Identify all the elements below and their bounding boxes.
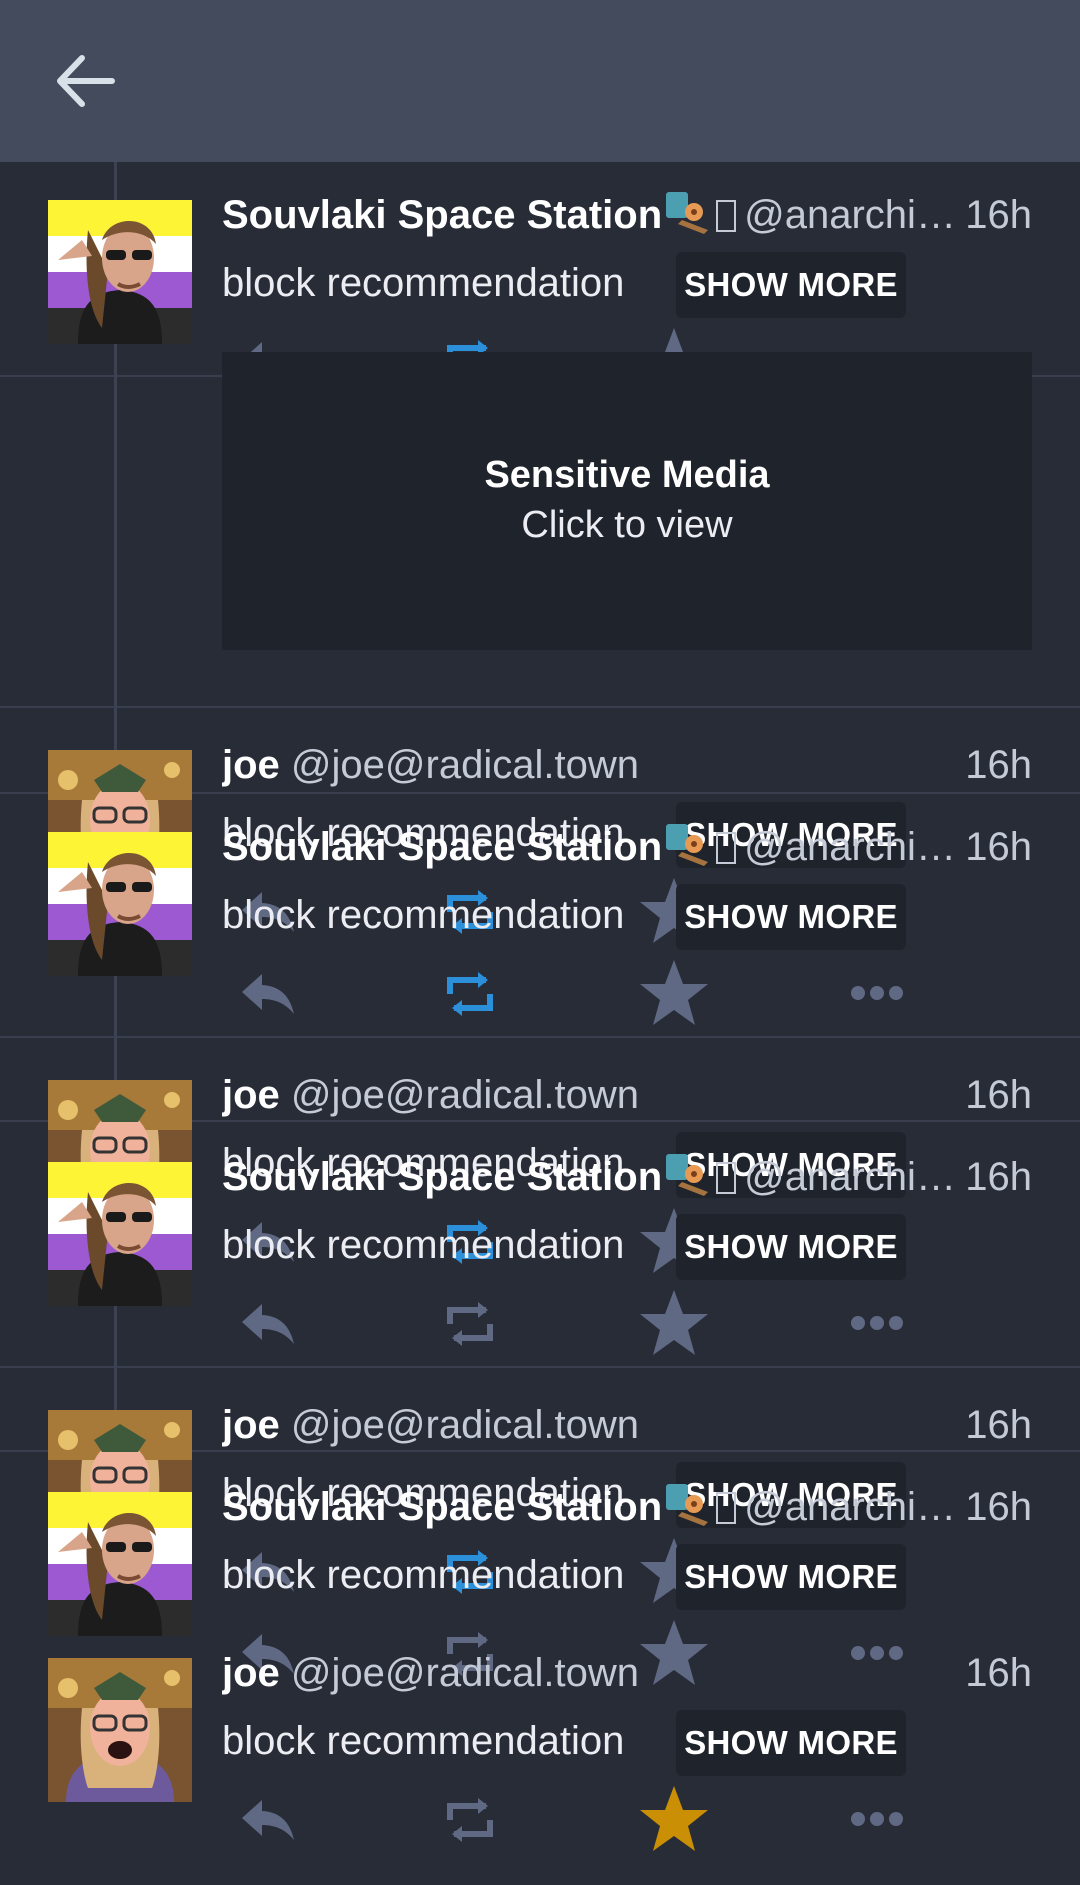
status-content: block recommendation [222, 1553, 625, 1597]
avatar[interactable] [48, 832, 192, 976]
timestamp[interactable]: 16h [951, 1648, 1032, 1698]
display-name[interactable]: joe [222, 1073, 280, 1117]
avatar[interactable] [48, 1658, 192, 1802]
sensitive-media-subtitle: Click to view [521, 504, 733, 546]
avatar[interactable] [48, 1162, 192, 1306]
status-item[interactable]: joe @joe@radical.town 16h block recommen… [0, 1620, 1080, 1885]
display-name[interactable]: Souvlaki Space Station [222, 193, 662, 237]
account-handle[interactable]: @joe@radical.town [291, 743, 639, 787]
boost-icon[interactable] [440, 1796, 500, 1844]
show-more-button[interactable]: SHOW MORE [676, 884, 906, 950]
display-name[interactable]: joe [222, 1651, 280, 1695]
status-header: joe @joe@radical.town [222, 1400, 1032, 1450]
timestamp[interactable]: 16h [951, 1152, 1032, 1202]
status-header: Souvlaki Space Station @anarchi… [222, 822, 1032, 872]
favourite-icon[interactable] [638, 1784, 710, 1854]
sensitive-media-title: Sensitive Media [484, 454, 770, 496]
boost-icon[interactable] [440, 1300, 500, 1348]
app-bar [0, 0, 1080, 162]
more-options-icon[interactable] [850, 984, 904, 1002]
display-name[interactable]: Souvlaki Space Station [222, 1155, 662, 1199]
account-handle[interactable]: @joe@radical.town [291, 1073, 639, 1117]
status-divider [0, 706, 1080, 708]
show-more-button[interactable]: SHOW MORE [676, 1214, 906, 1280]
status-header: Souvlaki Space Station @anarchi… [222, 1482, 1032, 1532]
reply-icon[interactable] [240, 1798, 296, 1842]
custom-emoji-icon [664, 190, 712, 234]
missing-glyph-icon [716, 200, 737, 232]
account-handle[interactable]: @anarchi… [744, 825, 956, 869]
custom-emoji-icon [664, 1482, 712, 1526]
display-name[interactable]: joe [222, 743, 280, 787]
timestamp[interactable]: 16h [951, 822, 1032, 872]
reply-icon[interactable] [240, 1302, 296, 1346]
display-name[interactable]: joe [222, 1403, 280, 1447]
timestamp[interactable]: 16h [951, 1482, 1032, 1532]
status-header: Souvlaki Space Station @anarchi… [222, 1152, 1032, 1202]
custom-emoji-icon [664, 1152, 712, 1196]
status-content: block recommendation [222, 1719, 625, 1763]
show-more-button[interactable]: SHOW MORE [676, 1544, 906, 1610]
back-arrow-icon[interactable] [50, 48, 120, 114]
favourite-icon[interactable] [638, 958, 710, 1028]
favourite-icon[interactable] [638, 1288, 710, 1358]
status-item[interactable]: Souvlaki Space Station @anarchi… 16h bloc… [0, 794, 1080, 1059]
account-handle[interactable]: @joe@radical.town [291, 1403, 639, 1447]
status-header: Souvlaki Space Station @anarchi… [222, 190, 1032, 240]
avatar[interactable] [48, 1492, 192, 1636]
display-name[interactable]: Souvlaki Space Station [222, 825, 662, 869]
avatar[interactable] [48, 200, 192, 344]
status-content: block recommendation [222, 1223, 625, 1267]
display-name[interactable]: Souvlaki Space Station [222, 1485, 662, 1529]
timestamp[interactable]: 16h [951, 1070, 1032, 1120]
status-header: joe @joe@radical.town [222, 1648, 1032, 1698]
show-more-button[interactable]: SHOW MORE [676, 252, 906, 318]
status-content: block recommendation [222, 261, 625, 305]
sensitive-media-overlay[interactable]: Sensitive Media Click to view [222, 352, 1032, 650]
status-item[interactable]: Souvlaki Space Station @anarchi… 16h bloc… [0, 1124, 1080, 1389]
missing-glyph-icon [716, 1162, 737, 1194]
boost-icon[interactable] [440, 970, 500, 1018]
missing-glyph-icon [716, 832, 737, 864]
status-header: joe @joe@radical.town [222, 1070, 1032, 1120]
reply-icon[interactable] [240, 972, 296, 1016]
missing-glyph-icon [716, 1492, 737, 1524]
timestamp[interactable]: 16h [951, 190, 1032, 240]
more-options-icon[interactable] [850, 1314, 904, 1332]
show-more-button[interactable]: SHOW MORE [676, 1710, 906, 1776]
custom-emoji-icon [664, 822, 712, 866]
account-handle[interactable]: @joe@radical.town [291, 1651, 639, 1695]
account-handle[interactable]: @anarchi… [744, 193, 956, 237]
timestamp[interactable]: 16h [951, 740, 1032, 790]
more-options-icon[interactable] [850, 1810, 904, 1828]
account-handle[interactable]: @anarchi… [744, 1485, 956, 1529]
timestamp[interactable]: 16h [951, 1400, 1032, 1450]
account-handle[interactable]: @anarchi… [744, 1155, 956, 1199]
status-header: joe @joe@radical.town [222, 740, 1032, 790]
status-content: block recommendation [222, 893, 625, 937]
